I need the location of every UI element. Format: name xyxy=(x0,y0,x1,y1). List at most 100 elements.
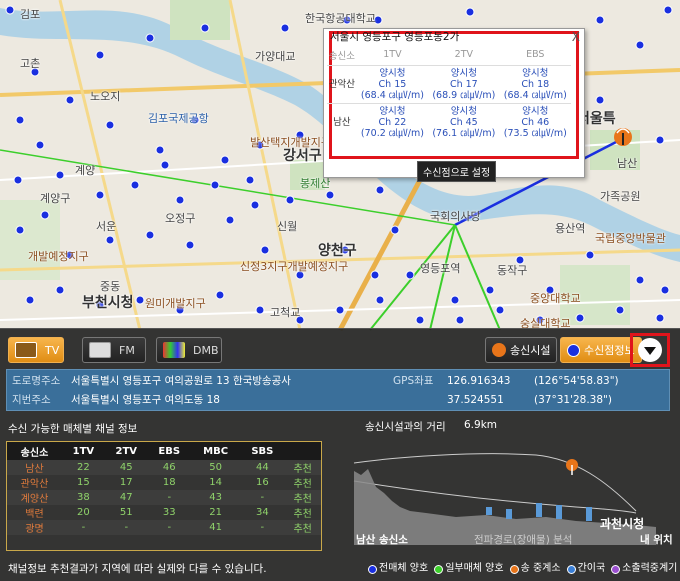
table-row[interactable]: 관악산 15 17 18 14 16 추천 xyxy=(7,475,321,490)
channel-cell: 20 xyxy=(77,507,90,518)
reception-point-marker[interactable] xyxy=(40,210,50,220)
reception-point-marker[interactable] xyxy=(135,295,145,305)
map-label: 김포국제공항 xyxy=(148,112,209,125)
legend-item: 간이국 xyxy=(566,557,605,581)
reception-point-marker[interactable] xyxy=(375,295,385,305)
reception-point-marker[interactable] xyxy=(255,305,265,315)
reception-point-marker[interactable] xyxy=(55,285,65,295)
reception-point-marker[interactable] xyxy=(185,240,195,250)
reception-point-marker[interactable] xyxy=(35,140,45,150)
reception-point-marker[interactable] xyxy=(55,170,65,180)
tab-label: TV xyxy=(45,343,60,357)
reception-point-marker[interactable] xyxy=(285,195,295,205)
reception-point-marker[interactable] xyxy=(15,225,25,235)
reception-point-marker[interactable] xyxy=(615,305,625,315)
channel-cell: 44 xyxy=(240,460,285,475)
reception-point-marker[interactable] xyxy=(655,135,665,145)
reception-point-marker[interactable] xyxy=(280,23,290,33)
channel-cell: 15 xyxy=(77,477,90,488)
channel-cell: 16 xyxy=(255,477,269,488)
legend-item: 전매체 양호 xyxy=(368,557,428,581)
reception-point-marker[interactable] xyxy=(130,180,140,190)
reception-point-marker[interactable] xyxy=(455,315,465,325)
channel-cell: 47 xyxy=(104,490,148,505)
reception-point-marker[interactable] xyxy=(575,313,585,323)
reception-point-marker[interactable] xyxy=(635,40,645,50)
reception-point-marker[interactable] xyxy=(370,270,380,280)
channel-station: 관악산 xyxy=(20,479,49,490)
channel-cell: - xyxy=(147,520,191,535)
close-icon[interactable]: X xyxy=(572,30,580,44)
reception-point-marker[interactable] xyxy=(660,285,670,295)
reception-point-marker[interactable] xyxy=(65,95,75,105)
reception-point-marker[interactable] xyxy=(95,50,105,60)
reception-point-marker[interactable] xyxy=(175,195,185,205)
collapse-panel-button[interactable] xyxy=(630,333,670,367)
reception-point-marker[interactable] xyxy=(210,180,220,190)
reception-point-marker[interactable] xyxy=(390,225,400,235)
reception-point-marker[interactable] xyxy=(495,305,505,315)
channel-cell: 50 xyxy=(190,460,241,475)
recommend-label: 추천 xyxy=(284,490,321,505)
channel-cell: 51 xyxy=(119,507,133,518)
reception-point-marker[interactable] xyxy=(260,245,270,255)
reception-point-marker[interactable] xyxy=(105,120,115,130)
reception-point-marker[interactable] xyxy=(5,5,15,15)
reception-point-marker[interactable] xyxy=(25,295,35,305)
reception-point-marker[interactable] xyxy=(335,305,345,315)
reception-point-marker[interactable] xyxy=(15,115,25,125)
channel-cell: 43 xyxy=(190,490,241,505)
reception-point-marker[interactable] xyxy=(225,215,235,225)
transmitter-namsan-icon[interactable] xyxy=(614,128,632,146)
channel-header: 송신소 xyxy=(7,442,62,460)
channel-cell: 33 xyxy=(162,507,176,518)
reception-point-marker[interactable] xyxy=(595,15,605,25)
reception-point-marker[interactable] xyxy=(655,313,665,323)
channel-cell: 14 xyxy=(209,477,222,488)
reception-point-marker[interactable] xyxy=(595,95,605,105)
recommend-label: 추천 xyxy=(284,520,321,535)
table-row[interactable]: 광명 - - -41- 추천 xyxy=(7,520,321,535)
dmb-icon xyxy=(163,342,185,358)
tab-fm[interactable]: FM xyxy=(82,337,146,363)
reception-point-marker[interactable] xyxy=(245,175,255,185)
map-label: 발산택지개발지구 xyxy=(250,136,331,149)
reception-point-marker[interactable] xyxy=(485,285,495,295)
tab-tv[interactable]: TV xyxy=(8,337,64,363)
reception-point-marker[interactable] xyxy=(200,23,210,33)
reception-point-marker[interactable] xyxy=(465,7,475,17)
legend-label: 전매체 양호 xyxy=(379,563,429,574)
reception-point-marker[interactable] xyxy=(105,235,115,245)
reception-point-marker[interactable] xyxy=(450,295,460,305)
reception-point-marker[interactable] xyxy=(325,190,335,200)
reception-point-marker[interactable] xyxy=(663,5,673,15)
reception-point-marker[interactable] xyxy=(405,270,415,280)
reception-point-marker[interactable] xyxy=(415,315,425,325)
reception-point-marker[interactable] xyxy=(160,160,170,170)
table-row[interactable]: 계양산 38 47-43- 추천 xyxy=(7,490,321,505)
table-row[interactable]: 백련 20 51 33 21 34 추천 xyxy=(7,505,321,520)
channel-cell: 18 xyxy=(162,477,176,488)
channel-cell: 34 xyxy=(255,507,269,518)
popup-cell: 양시청 Ch 45 (76.1 ㎈㎶/m) xyxy=(432,105,496,139)
gps-latitude: 37.524551 xyxy=(447,394,504,406)
legend: 전매체 양호 일부매체 양호 송 중계소 간이국 소출력중계기 xyxy=(368,557,677,581)
reception-point-marker[interactable] xyxy=(13,175,23,185)
map-label: 고촌 xyxy=(20,57,41,70)
reception-point-marker[interactable] xyxy=(585,250,595,260)
reception-point-marker[interactable] xyxy=(250,200,260,210)
reception-point-marker[interactable] xyxy=(375,185,385,195)
tab-dmb[interactable]: DMB xyxy=(156,337,222,363)
set-reception-point-button[interactable]: 수신점으로 설정 xyxy=(417,161,497,182)
channel-cell: - xyxy=(104,520,148,535)
transmitter-button[interactable]: 송신시설 xyxy=(485,337,558,363)
reception-point-marker[interactable] xyxy=(635,275,645,285)
map-label: 중앙대학교 xyxy=(530,292,581,305)
reception-point-marker[interactable] xyxy=(95,190,105,200)
reception-point-marker[interactable] xyxy=(220,155,230,165)
reception-point-marker[interactable] xyxy=(145,230,155,240)
reception-point-marker[interactable] xyxy=(155,145,165,155)
reception-point-marker[interactable] xyxy=(215,290,225,300)
reception-point-marker[interactable] xyxy=(145,33,155,43)
table-row[interactable]: 남산 22 45 46 50 44 추천 xyxy=(7,460,321,475)
